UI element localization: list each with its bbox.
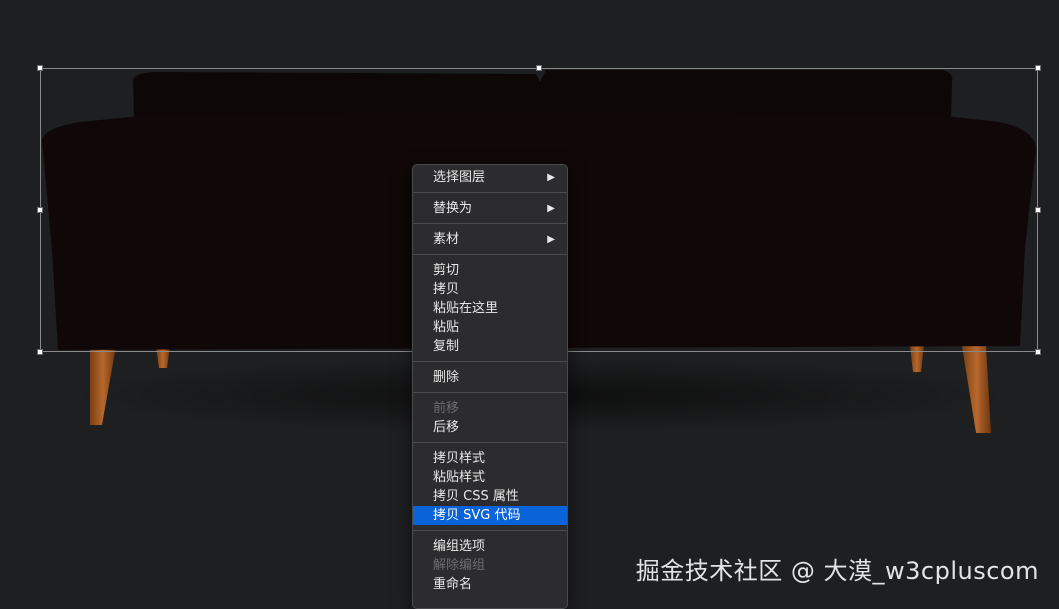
menu-item[interactable]: 粘贴在这里: [413, 299, 567, 318]
menu-item-label: 拷贝: [433, 282, 460, 297]
menu-item[interactable]: 删除: [413, 368, 567, 387]
menu-divider: [413, 361, 567, 362]
menu-item[interactable]: 剪切: [413, 261, 567, 280]
resize-handle-bottom-right[interactable]: [1035, 349, 1041, 355]
context-menu: 选择图层 ▶ 替换为 ▶ 素材 ▶ 剪切拷贝粘贴在这里粘贴复制删除前移后移拷贝样式粘贴样式拷…: [412, 164, 568, 609]
menu-item[interactable]: 替换为 ▶: [413, 199, 567, 218]
submenu-arrow-icon: ▶: [547, 172, 555, 183]
submenu-arrow-icon: ▶: [547, 234, 555, 245]
menu-item-label: 粘贴: [433, 320, 460, 335]
menu-item-label: 拷贝 CSS 属性: [433, 489, 519, 504]
sofa-leg: [910, 346, 924, 372]
menu-item-label: 复制: [433, 339, 460, 354]
menu-item-label: 选择图层: [433, 170, 486, 185]
resize-handle-middle-right[interactable]: [1035, 207, 1041, 213]
menu-divider: [413, 530, 567, 531]
resize-handle-middle-left[interactable]: [37, 207, 43, 213]
menu-item-label: 粘贴样式: [433, 470, 486, 485]
menu-item: 前移: [413, 399, 567, 418]
submenu-arrow-icon: ▶: [547, 203, 555, 214]
menu-item[interactable]: 拷贝 CSS 属性: [413, 487, 567, 506]
menu-divider: [413, 442, 567, 443]
menu-item[interactable]: 后移: [413, 418, 567, 437]
menu-item[interactable]: 复制: [413, 337, 567, 356]
menu-item-label: 拷贝样式: [433, 451, 486, 466]
menu-item[interactable]: 粘贴样式: [413, 468, 567, 487]
menu-item-label: 拷贝 SVG 代码: [433, 508, 521, 523]
watermark: 掘金技术社区 @ 大漠_w3cpluscom: [635, 557, 1039, 585]
resize-handle-top-left[interactable]: [37, 65, 43, 71]
menu-item-label: 剪切: [433, 263, 460, 278]
resize-handle-top-right[interactable]: [1035, 65, 1041, 71]
menu-divider: [413, 254, 567, 255]
menu-item[interactable]: 拷贝样式: [413, 449, 567, 468]
menu-item[interactable]: 编组选项: [413, 537, 567, 556]
menu-item[interactable]: 重命名: [413, 575, 567, 594]
menu-item: 解除编组: [413, 556, 567, 575]
menu-item[interactable]: 拷贝: [413, 280, 567, 299]
menu-item-label: 后移: [433, 420, 460, 435]
resize-handle-top-center[interactable]: [536, 65, 542, 71]
menu-item-label: 粘贴在这里: [433, 301, 499, 316]
resize-handle-bottom-left[interactable]: [37, 349, 43, 355]
menu-item-label: 前移: [433, 401, 460, 416]
menu-item-label: 替换为: [433, 201, 473, 216]
menu-divider: [413, 223, 567, 224]
menu-divider: [413, 392, 567, 393]
menu-item[interactable]: 素材 ▶: [413, 230, 567, 249]
menu-item-label: 重命名: [433, 577, 473, 592]
menu-item-label: 素材: [433, 232, 460, 247]
menu-divider: [413, 192, 567, 193]
menu-item[interactable]: 拷贝 SVG 代码: [413, 506, 567, 525]
menu-item-label: 编组选项: [433, 539, 486, 554]
menu-item-label: 删除: [433, 370, 460, 385]
menu-item[interactable]: 粘贴: [413, 318, 567, 337]
menu-item-label: 解除编组: [433, 558, 486, 573]
menu-item[interactable]: 选择图层 ▶: [413, 168, 567, 187]
